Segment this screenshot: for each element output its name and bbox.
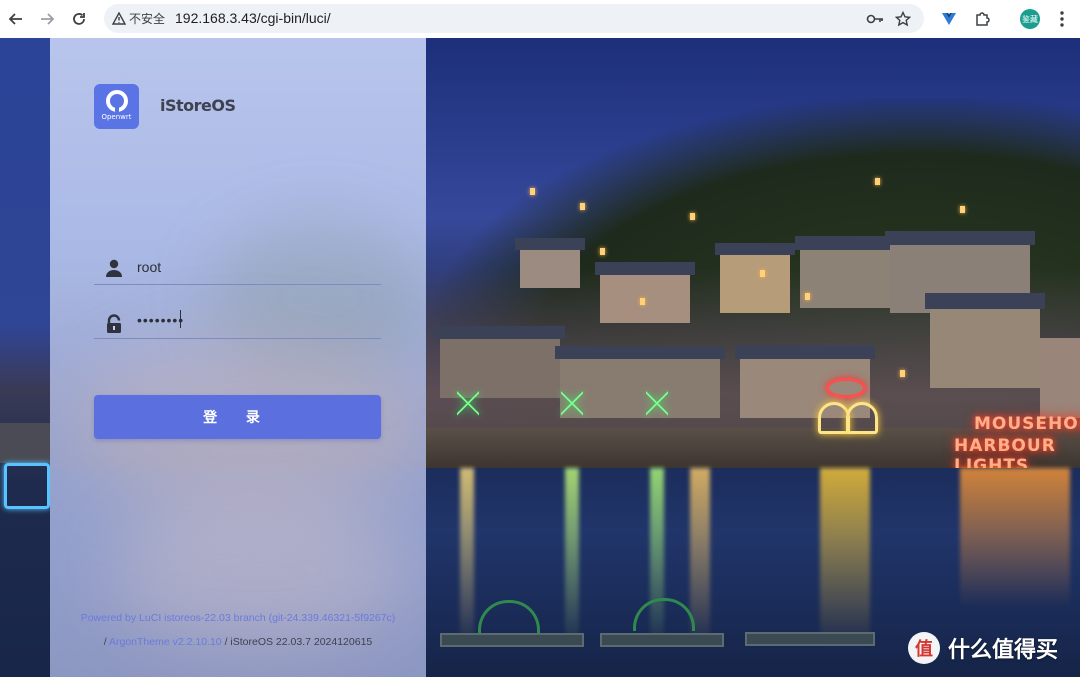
argon-theme-link[interactable]: ArgonTheme v2.2.10.10 — [109, 636, 222, 648]
key-icon — [866, 14, 883, 24]
openwrt-logo: Openwrt — [94, 84, 139, 129]
roof — [925, 293, 1045, 309]
roof — [435, 326, 565, 339]
window-light — [600, 248, 605, 255]
login-button[interactable]: 登 录 — [94, 395, 381, 439]
light-reflection — [820, 468, 870, 648]
light-reflection — [960, 468, 1070, 608]
background-gradient — [0, 38, 50, 677]
bow-light — [826, 378, 866, 398]
roof — [735, 345, 875, 359]
password-manager-button[interactable] — [866, 10, 884, 28]
christmas-tree-light — [561, 383, 583, 423]
powered-by-text: Powered by LuCI istoreos-22.03 branch (g… — [80, 612, 396, 624]
login-panel: Openwrt iStoreOS •••••••• 登 录 Powered by… — [50, 38, 426, 677]
logo-text: Openwrt — [101, 112, 132, 121]
window-light — [875, 178, 880, 185]
back-button[interactable] — [4, 7, 28, 31]
neon-light — [4, 463, 50, 509]
address-bar[interactable]: 不安全 192.168.3.43/cgi-bin/luci/ — [104, 4, 924, 33]
house — [520, 248, 580, 288]
reload-button[interactable] — [67, 7, 91, 31]
smzdm-watermark: 值 什么值得买 — [908, 632, 1058, 664]
watermark-badge: 值 — [908, 632, 940, 664]
puzzle-icon — [976, 12, 990, 26]
reload-icon — [73, 13, 85, 25]
house — [720, 253, 790, 313]
password-field[interactable]: •••••••• — [94, 306, 381, 339]
christmas-tree-light — [646, 383, 668, 423]
light-reflection — [460, 468, 474, 648]
watermark-text: 什么值得买 — [948, 638, 1059, 663]
vue-extension-icon — [942, 13, 956, 25]
username-field[interactable] — [94, 252, 381, 285]
istoreos-version: / iStoreOS 22.03.7 2024120615 — [224, 636, 373, 648]
window-light — [760, 270, 765, 277]
star-icon — [895, 11, 911, 27]
harbour-sign-line1: MOUSEHOLE — [974, 414, 1080, 434]
url-text[interactable]: 192.168.3.43/cgi-bin/luci/ — [175, 10, 331, 26]
arrow-right-icon — [41, 13, 55, 25]
pontoon — [745, 632, 875, 646]
user-icon — [106, 259, 122, 277]
bookmark-button[interactable] — [894, 10, 912, 28]
panel-blur — [110, 498, 410, 648]
bell-light — [846, 402, 878, 434]
house — [800, 248, 890, 308]
username-input[interactable] — [137, 256, 367, 278]
light-reflection — [565, 468, 579, 648]
house — [1040, 338, 1080, 418]
password-input[interactable]: •••••••• — [137, 312, 184, 328]
vue-extension-button[interactable] — [938, 8, 960, 30]
extensions-button[interactable] — [971, 8, 993, 30]
warning-triangle-icon — [112, 12, 126, 25]
window-light — [530, 188, 535, 195]
forward-button[interactable] — [35, 7, 59, 31]
roof — [795, 236, 895, 250]
window-light — [640, 298, 645, 305]
pontoon — [600, 633, 724, 647]
brand-title: iStoreOS — [160, 96, 236, 115]
roof — [515, 238, 585, 250]
openwrt-logo-icon — [105, 89, 128, 114]
more-vert-icon — [1060, 11, 1064, 27]
harbour-wall-left — [0, 423, 50, 463]
arrow-left-icon — [8, 13, 22, 25]
separator: / — [103, 636, 107, 648]
browser-toolbar: 不安全 192.168.3.43/cgi-bin/luci/ 鉴藏 — [0, 0, 1080, 39]
profile-avatar[interactable]: 鉴藏 — [1020, 9, 1040, 29]
house — [560, 358, 720, 418]
window-light — [805, 293, 810, 300]
roof — [885, 231, 1035, 245]
window-light — [580, 203, 585, 210]
lock-icon — [107, 314, 121, 333]
pontoon — [440, 633, 584, 647]
roof — [555, 346, 725, 359]
browser-menu-button[interactable] — [1051, 8, 1073, 30]
roof — [715, 243, 795, 255]
house — [600, 273, 690, 323]
window-light — [960, 206, 965, 213]
window-light — [690, 213, 695, 220]
house — [930, 308, 1040, 388]
background-left-strip — [0, 38, 50, 677]
christmas-tree-light — [457, 383, 479, 423]
text-caret — [180, 310, 181, 328]
window-light — [900, 370, 905, 377]
version-line: / ArgonTheme v2.2.10.10 / iStoreOS 22.03… — [50, 636, 426, 648]
security-indicator[interactable]: 不安全 — [112, 11, 165, 26]
security-label: 不安全 — [129, 12, 166, 26]
roof — [595, 262, 695, 275]
